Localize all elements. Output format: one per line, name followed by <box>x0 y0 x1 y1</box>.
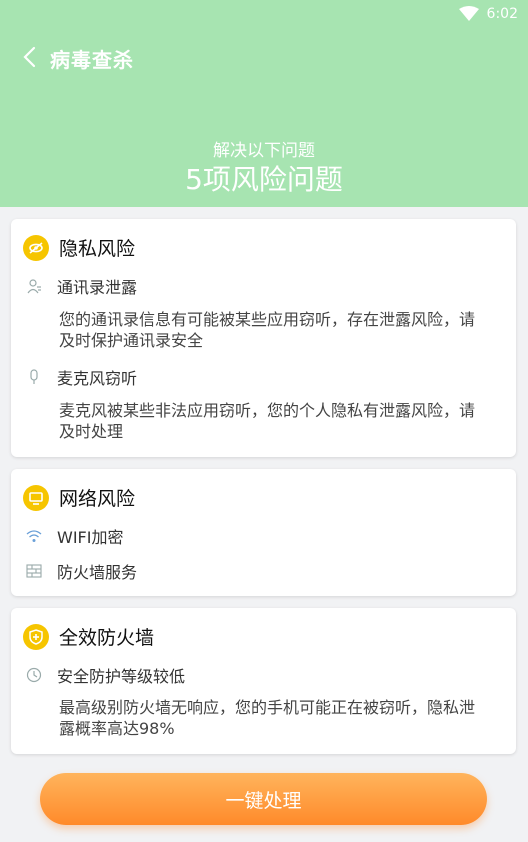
item-description: 最高级别防火墙无响应，您的手机可能正在被窃听，隐私泄露概率高达98% <box>59 698 476 738</box>
card-header: 隐私风险 <box>23 234 135 261</box>
firewall-card: 全效防火墙 安全防护等级较低 最高级别防火墙无响应，您的手机可能正在被窃听，隐私… <box>11 608 516 754</box>
risk-count-headline: 5项风险问题 <box>185 163 343 196</box>
status-time: 6:02 <box>486 6 518 22</box>
card-title: 隐私风险 <box>59 238 136 260</box>
list-item-wifi[interactable]: WIFI加密 <box>25 524 123 548</box>
card-title: 网络风险 <box>59 488 136 510</box>
eye-hidden-icon <box>23 234 49 261</box>
monitor-icon <box>23 484 49 511</box>
back-button[interactable] <box>16 42 42 72</box>
item-description: 您的通讯录信息有可能被某些应用窃听，存在泄露风险，请及时保护通讯录安全 <box>59 310 476 350</box>
header: 6:02 病毒查杀 解决以下问题 5项风险问题 <box>0 0 528 207</box>
privacy-risk-card: 隐私风险 通讯录泄露 您的通讯录信息有可能被某些应用窃听，存在泄露风险，请及时保… <box>11 219 516 457</box>
firewall-icon <box>25 562 43 580</box>
item-label: 通讯录泄露 <box>57 278 138 297</box>
contact-icon <box>25 277 43 295</box>
item-description: 麦克风被某些非法应用窃听，您的个人隐私有泄露风险，请及时处理 <box>59 401 476 441</box>
card-header: 全效防火墙 <box>23 623 154 650</box>
wifi-icon <box>25 527 43 545</box>
clock-icon <box>25 666 43 684</box>
card-title: 全效防火墙 <box>59 627 155 649</box>
shield-plus-icon <box>23 623 49 650</box>
list-item-microphone[interactable]: 麦克风窃听 <box>25 365 137 389</box>
item-label: WIFI加密 <box>57 528 124 547</box>
item-label: 麦克风窃听 <box>57 369 138 388</box>
item-label: 安全防护等级较低 <box>57 667 186 686</box>
back-arrow-icon <box>23 46 36 68</box>
network-risk-card: 网络风险 WIFI加密 防火墙服务 <box>11 469 516 596</box>
status-bar: 6:02 <box>458 4 518 24</box>
list-item-contacts[interactable]: 通讯录泄露 <box>25 274 137 298</box>
item-label: 防火墙服务 <box>57 563 138 582</box>
list-item-firewall[interactable]: 防火墙服务 <box>25 559 137 583</box>
microphone-icon <box>25 368 43 386</box>
page-title: 病毒查杀 <box>50 48 134 72</box>
list-item-security-level[interactable]: 安全防护等级较低 <box>25 663 185 687</box>
card-header: 网络风险 <box>23 484 135 511</box>
one-click-fix-button[interactable]: 一键处理 <box>40 773 487 825</box>
wifi-signal-icon <box>458 6 479 21</box>
